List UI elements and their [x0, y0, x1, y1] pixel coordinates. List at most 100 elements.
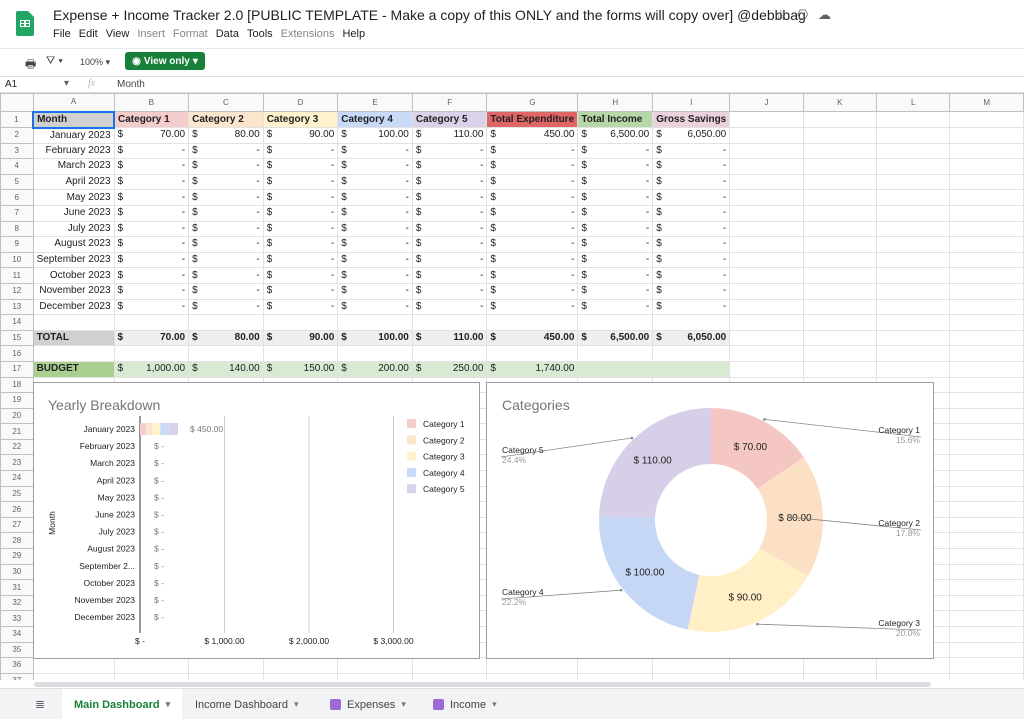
- cell[interactable]: [949, 204, 1024, 222]
- total-label[interactable]: TOTAL: [32, 329, 115, 347]
- cell[interactable]: [949, 501, 1024, 518]
- total-cell[interactable]: $450.00: [486, 329, 579, 347]
- money-cell[interactable]: $ -: [188, 267, 264, 284]
- row-header[interactable]: 11: [0, 267, 34, 284]
- cell[interactable]: [949, 189, 1024, 206]
- money-cell[interactable]: $ -: [411, 189, 488, 206]
- money-cell[interactable]: $ -: [411, 267, 488, 284]
- filter-icon[interactable]: ⛛ ▾: [46, 55, 63, 68]
- money-cell[interactable]: $ -: [577, 173, 654, 191]
- header-cell[interactable]: Total Expenditure: [486, 111, 579, 128]
- money-cell[interactable]: $ -: [337, 298, 413, 316]
- menu-help[interactable]: Help: [342, 28, 365, 40]
- row-header[interactable]: 29: [0, 548, 34, 565]
- sheets-logo-icon[interactable]: [16, 11, 34, 36]
- cell[interactable]: [949, 641, 1024, 659]
- cell[interactable]: [949, 220, 1024, 238]
- cell[interactable]: [729, 158, 804, 175]
- month-cell[interactable]: August 2023: [32, 236, 115, 253]
- view-only-button[interactable]: ◉ View only ▾: [125, 52, 205, 70]
- budget-cell[interactable]: $150.00: [262, 360, 339, 378]
- cell[interactable]: [802, 220, 878, 238]
- money-cell[interactable]: $ -: [337, 173, 413, 191]
- name-box[interactable]: A1: [5, 79, 17, 90]
- cell[interactable]: [262, 314, 339, 331]
- row-header[interactable]: 26: [0, 501, 34, 518]
- money-cell[interactable]: $ -: [652, 189, 731, 206]
- cell[interactable]: [32, 672, 115, 680]
- cell[interactable]: [729, 189, 804, 206]
- cell[interactable]: [949, 282, 1024, 300]
- cell[interactable]: [949, 314, 1024, 331]
- money-cell[interactable]: $ -: [113, 236, 190, 253]
- row-header[interactable]: 15: [0, 329, 34, 347]
- money-cell[interactable]: $ -: [486, 142, 579, 160]
- cell[interactable]: [486, 657, 579, 674]
- cell[interactable]: [949, 173, 1024, 191]
- chevron-down-icon[interactable]: ▾: [492, 699, 497, 710]
- row-header[interactable]: 23: [0, 454, 34, 472]
- cell[interactable]: [802, 142, 878, 160]
- cell[interactable]: [411, 345, 488, 362]
- cell[interactable]: [577, 314, 654, 331]
- cell[interactable]: [188, 657, 264, 674]
- row-header[interactable]: 1: [0, 111, 34, 128]
- row-header[interactable]: 9: [0, 236, 34, 253]
- cell[interactable]: [652, 314, 731, 331]
- month-cell[interactable]: July 2023: [32, 220, 115, 238]
- cell[interactable]: [949, 158, 1024, 175]
- cell[interactable]: [949, 111, 1024, 128]
- money-cell[interactable]: $ -: [113, 189, 190, 206]
- cell[interactable]: [802, 282, 878, 300]
- cell[interactable]: [802, 314, 878, 331]
- money-cell[interactable]: $ -: [486, 251, 579, 269]
- column-header-m[interactable]: M: [949, 93, 1024, 112]
- money-cell[interactable]: $ -: [486, 267, 579, 284]
- cell[interactable]: [876, 251, 951, 269]
- money-cell[interactable]: $110.00: [411, 127, 488, 144]
- row-header[interactable]: 22: [0, 438, 34, 456]
- budget-cell[interactable]: $1,740.00: [486, 360, 579, 378]
- money-cell[interactable]: $ -: [337, 267, 413, 284]
- money-cell[interactable]: $ -: [262, 220, 339, 238]
- money-cell[interactable]: $ -: [486, 189, 579, 206]
- money-cell[interactable]: $6,500.00: [577, 127, 654, 144]
- cell[interactable]: [802, 657, 878, 674]
- cell[interactable]: [486, 345, 579, 362]
- header-cell[interactable]: Month: [32, 110, 116, 129]
- row-header[interactable]: 19: [0, 392, 34, 409]
- money-cell[interactable]: $ -: [486, 158, 579, 175]
- cell[interactable]: [32, 657, 115, 674]
- row-header[interactable]: 28: [0, 532, 34, 550]
- print-icon[interactable]: 🖶: [25, 55, 36, 76]
- money-cell[interactable]: $ -: [486, 282, 579, 300]
- money-cell[interactable]: $ -: [113, 220, 190, 238]
- chevron-down-icon[interactable]: ▾: [294, 699, 299, 710]
- column-header-h[interactable]: H: [577, 93, 654, 112]
- money-cell[interactable]: $ -: [113, 173, 190, 191]
- month-cell[interactable]: April 2023: [32, 173, 115, 191]
- cell[interactable]: [729, 204, 804, 222]
- cell[interactable]: [577, 657, 654, 674]
- sheet-tab-income[interactable]: Income ▾: [421, 689, 509, 720]
- cell[interactable]: [729, 298, 804, 316]
- cell[interactable]: [949, 548, 1024, 565]
- money-cell[interactable]: $ -: [411, 220, 488, 238]
- row-header[interactable]: 27: [0, 516, 34, 534]
- row-header[interactable]: 7: [0, 204, 34, 222]
- menu-data[interactable]: Data: [216, 28, 239, 40]
- cell[interactable]: [949, 423, 1024, 440]
- menu-file[interactable]: File: [53, 28, 71, 40]
- money-cell[interactable]: $ -: [411, 158, 488, 175]
- row-header[interactable]: 14: [0, 314, 34, 331]
- cell[interactable]: [729, 345, 804, 362]
- cell[interactable]: [729, 236, 804, 253]
- budget-cell[interactable]: $250.00: [411, 360, 488, 378]
- money-cell[interactable]: $ -: [577, 282, 654, 300]
- cell[interactable]: [802, 111, 878, 128]
- total-cell[interactable]: $6,500.00: [577, 329, 654, 347]
- column-header-g[interactable]: G: [486, 93, 579, 112]
- select-all-corner[interactable]: [0, 93, 34, 112]
- money-cell[interactable]: $ -: [113, 142, 190, 160]
- money-cell[interactable]: $ -: [262, 251, 339, 269]
